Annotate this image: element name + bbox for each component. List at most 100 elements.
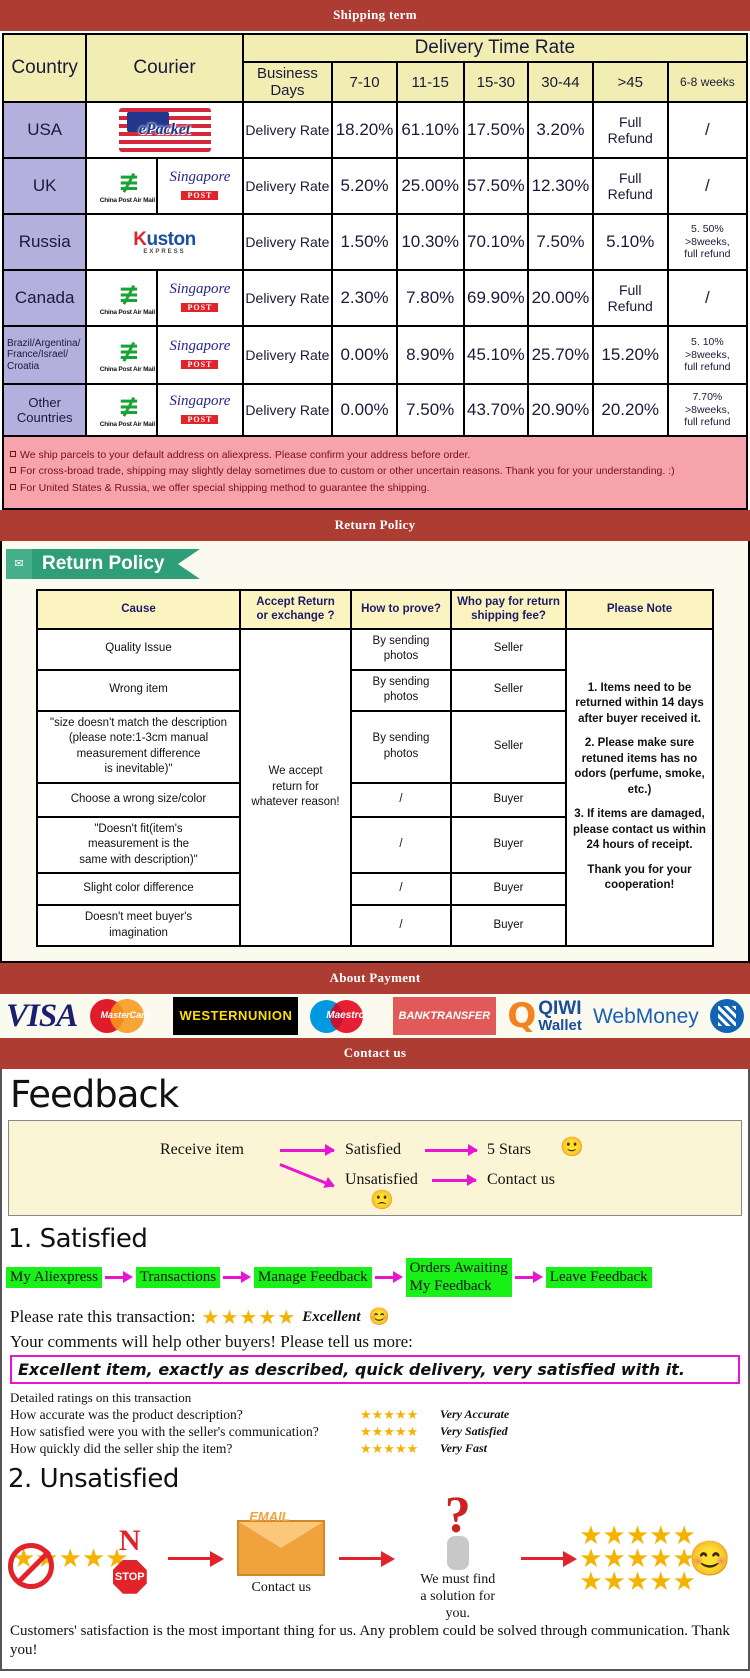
payer-cell: Seller	[450, 668, 567, 712]
country-canada: Canada	[1, 269, 88, 327]
table-row: Other Countries ≢ China Post Air Mail Sin…	[1, 383, 749, 437]
star-rating-icon[interactable]: ★★★★★	[360, 1424, 440, 1440]
kuston-express-icon: Kuston EXPRESS	[133, 228, 196, 255]
shipping-table: Country Courier Delivery Time Rate Busin…	[1, 33, 749, 437]
arrow-icon	[520, 1550, 577, 1567]
cell-rate: 43.70%	[462, 383, 530, 437]
satisfied-steps: My Aliexpress Transactions Manage Feedba…	[2, 1258, 748, 1303]
step-my-aliexpress[interactable]: My Aliexpress	[6, 1266, 102, 1289]
shipping-note: We ship parcels to your default address …	[10, 447, 738, 463]
comment-textarea[interactable]: Excellent item, exactly as described, qu…	[10, 1354, 740, 1384]
arrow-icon	[102, 1270, 136, 1285]
shipping-note: For United States & Russia, we offer spe…	[10, 480, 738, 496]
detail-rating-row: How accurate was the product description…	[2, 1407, 748, 1424]
star-rating-icon[interactable]: ★★★★★	[360, 1407, 440, 1423]
header-accept-return: Accept Return or exchange ?	[239, 588, 352, 630]
cell-rate-note: 7.70% >8weeks, full refund	[666, 383, 749, 437]
cause-cell: Slight color difference	[36, 872, 241, 907]
courier-china-post: ≢ China Post Air Mail	[85, 157, 159, 215]
courier-epacket: ePacket	[85, 101, 244, 159]
cell-rate: 61.10%	[395, 101, 465, 159]
star-rating-icon[interactable]: ★★★★★	[360, 1441, 440, 1457]
note-4: Thank you for your cooperation!	[587, 863, 692, 892]
singapore-post-icon: Singapore POST	[169, 392, 231, 424]
arrow-icon	[220, 1270, 254, 1285]
arrow-icon	[372, 1270, 406, 1285]
country-uk: UK	[1, 157, 88, 215]
table-row: UK ≢ China Post Air Mail Singapore POST D…	[1, 157, 749, 215]
prohibition-icon	[8, 1543, 54, 1590]
cell-rate: 15.20%	[591, 325, 669, 385]
cause-cell: Quality Issue	[36, 627, 241, 671]
star-rating-icon: ★★★★★	[579, 1566, 696, 1597]
return-policy-table: Cause Accept Return or exchange ? How to…	[36, 588, 714, 948]
step-manage-feedback[interactable]: Manage Feedback	[254, 1266, 372, 1289]
star-rating-icon[interactable]: ★★★★★	[202, 1305, 297, 1330]
table-row: Canada ≢ China Post Air Mail Singapore PO…	[1, 269, 749, 327]
mail-icon: ✉	[6, 548, 32, 579]
shipping-notes: We ship parcels to your default address …	[2, 437, 748, 510]
header-delivery-time-rate: Delivery Time Rate	[241, 33, 749, 63]
rate-label: Delivery Rate	[241, 157, 334, 215]
visa-logo: VISA	[6, 997, 78, 1034]
cell-rate: 25.70%	[527, 325, 594, 385]
arrow-icon	[432, 1174, 477, 1187]
header-col-11-15: 11-15	[395, 61, 465, 103]
header-business-days: Business Days	[241, 61, 334, 103]
country-brazil-group: Brazil/Argentina/ France/Israel/ Croatia	[1, 325, 88, 385]
cell-rate: 3.20%	[527, 101, 594, 159]
mastercard-logo: MasterCard	[88, 997, 162, 1035]
cell-rate: 20.90%	[527, 383, 594, 437]
good-rating-block: ★★★★★ ★★★★★ ★★★★★	[579, 1521, 696, 1597]
cause-cell: Choose a wrong size/color	[36, 781, 241, 818]
about-payment-banner: About Payment	[0, 963, 750, 995]
cell-rate: 8.90%	[395, 325, 465, 385]
table-row: Russia Kuston EXPRESS Delivery Rate 1.50…	[1, 213, 749, 271]
step-transactions[interactable]: Transactions	[135, 1266, 221, 1289]
table-row: USA ePacket Delivery Rate 18.20% 61.10% …	[1, 101, 749, 159]
detail-rating-row: How satisfied were you with the seller's…	[2, 1424, 748, 1441]
detail-value: Very Fast	[440, 1441, 488, 1456]
courier-singapore-post: Singapore POST	[156, 269, 244, 327]
cause-cell: "Doesn't fit(item's measurement is the s…	[36, 815, 241, 875]
unsatisfied-flow: ★★★★★ N STOP EMAIL Contact us ? We must …	[2, 1486, 748, 1621]
accept-return-cell: We accept return for whatever reason!	[239, 627, 352, 948]
cell-rate: 2.30%	[331, 269, 398, 327]
table-row: Quality Issue We accept return for whate…	[36, 627, 714, 948]
cause-cell: Doesn't meet buyer's imagination	[36, 904, 241, 948]
header-col-6-8-weeks: 6-8 weeks	[666, 61, 749, 103]
prove-cell: By sending photos	[350, 709, 452, 784]
return-policy-ribbon: ✉ Return Policy	[6, 548, 201, 579]
rate-label: Delivery Rate	[241, 213, 334, 271]
smiley-icon: 😊	[368, 1307, 390, 1327]
comment-prompt: Your comments will help other buyers! Pl…	[10, 1331, 413, 1351]
email-contact-block: EMAIL Contact us	[226, 1509, 336, 1597]
header-how-to-prove: How to prove?	[350, 588, 452, 630]
header-cause: Cause	[36, 588, 241, 630]
sad-face-icon: 🙁	[370, 1190, 394, 1212]
webmoney-globe-icon	[709, 997, 744, 1035]
cell-rate: 12.30%	[527, 157, 594, 215]
feedback-flow-diagram: Receive item Satisfied 5 Stars 🙂 Unsatis…	[8, 1120, 742, 1217]
cell-rate: 20.20%	[591, 383, 669, 437]
step-leave-feedback[interactable]: Leave Feedback	[545, 1266, 652, 1289]
flow-unsatisfied: Unsatisfied	[345, 1171, 418, 1189]
payment-methods-strip: VISA MasterCard WESTERN UNION Maestro BAN…	[0, 994, 750, 1039]
cell-rate: /	[666, 157, 749, 215]
step-orders-awaiting-my-feedback[interactable]: Orders Awaiting My Feedback	[405, 1258, 512, 1297]
arrow-icon	[167, 1550, 224, 1567]
cause-cell: "size doesn't match the description (ple…	[36, 709, 241, 784]
cell-rate: 7.50%	[395, 383, 465, 437]
note-2: 2. Please make sure retuned items has no…	[574, 737, 705, 796]
return-policy-banner: Return Policy	[0, 509, 750, 541]
china-post-air-mail-icon: ≢ China Post Air Mail	[99, 167, 155, 204]
cell-rate: 20.00%	[527, 269, 594, 327]
note-3: 3. If items are damaged, please contact …	[573, 808, 706, 852]
feedback-title: Feedback	[10, 1073, 179, 1117]
bank-transfer-logo: BANK TRANSFER	[392, 997, 497, 1036]
country-other: Other Countries	[1, 383, 88, 437]
cell-rate: 70.10%	[462, 213, 530, 271]
cell-rate: 7.80%	[395, 269, 465, 327]
qiwi-wallet-logo: Q QIWI Wallet	[507, 995, 582, 1036]
question-mark-icon: ?	[444, 1486, 471, 1544]
